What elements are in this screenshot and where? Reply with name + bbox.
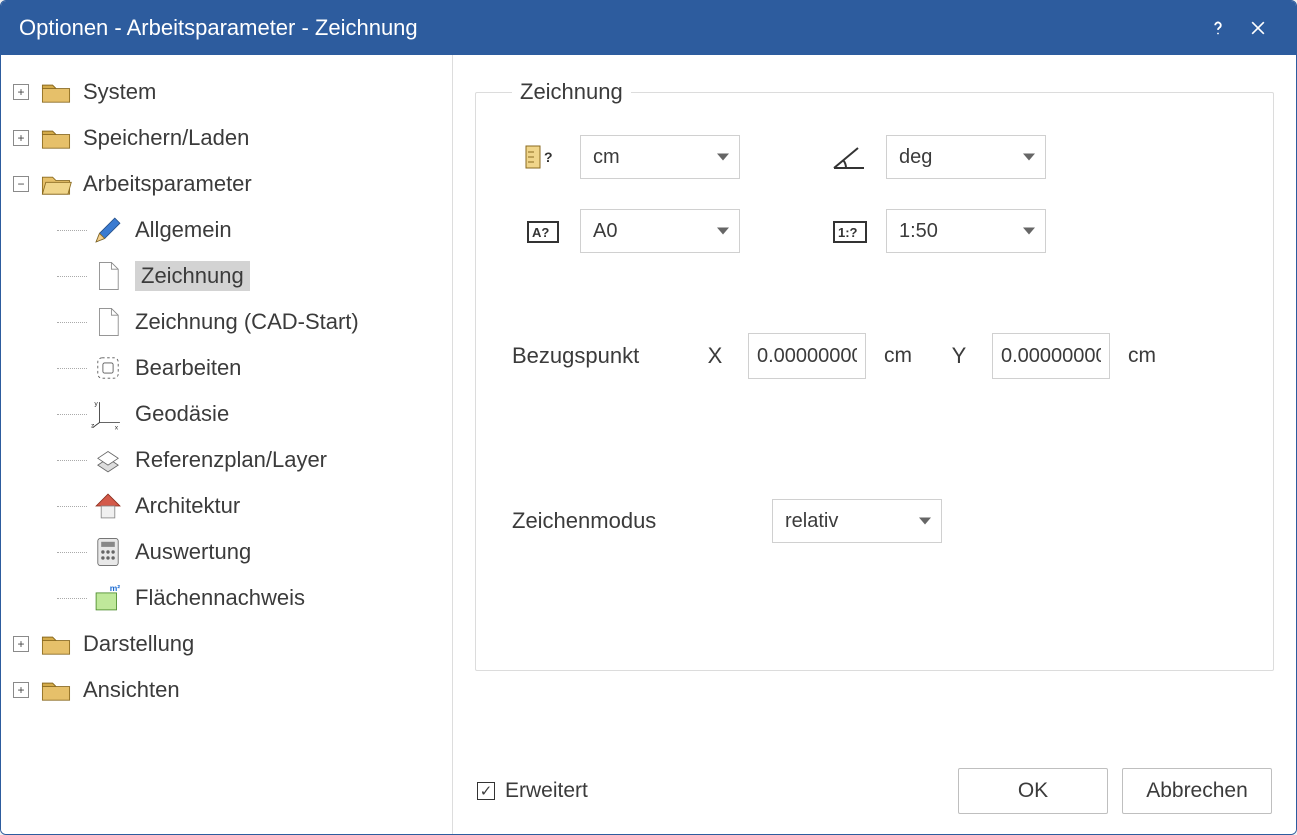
ok-button[interactable]: OK xyxy=(958,768,1108,814)
zeichenmodus-value: relativ xyxy=(785,510,838,533)
page-icon xyxy=(91,259,125,293)
expand-icon[interactable]: + xyxy=(13,84,29,100)
pencil-icon xyxy=(91,213,125,247)
tree-item-geodaesie[interactable]: xyz Geodäsie xyxy=(9,391,444,437)
svg-text:x: x xyxy=(115,424,119,431)
cancel-button[interactable]: Abbrechen xyxy=(1122,768,1272,814)
page-icon xyxy=(91,305,125,339)
tree-item-bearbeiten[interactable]: Bearbeiten xyxy=(9,345,444,391)
scale-icon: 1:? xyxy=(828,214,872,248)
folder-icon xyxy=(39,121,73,155)
svg-text:y: y xyxy=(94,401,98,408)
chevron-down-icon xyxy=(919,518,931,525)
chevron-down-icon xyxy=(1023,228,1035,235)
area-icon: m² xyxy=(91,581,125,615)
expand-icon[interactable]: + xyxy=(13,636,29,652)
layers-icon xyxy=(91,443,125,477)
svg-text:?: ? xyxy=(544,149,553,165)
x-label: X xyxy=(700,343,730,369)
tree-item-ansichten[interactable]: + Ansichten xyxy=(9,667,444,713)
dialog-footer: ✓ Erweitert OK Abbrechen xyxy=(475,754,1274,816)
svg-text:z: z xyxy=(91,423,95,430)
angle-unit-select[interactable]: deg xyxy=(886,135,1046,179)
zeichenmodus-select[interactable]: relativ xyxy=(772,499,942,543)
tree-item-allgemein[interactable]: Allgemein xyxy=(9,207,444,253)
scale-value: 1:50 xyxy=(899,220,938,243)
options-dialog: Optionen - Arbeitsparameter - Zeichnung … xyxy=(0,0,1297,835)
chevron-down-icon xyxy=(717,154,729,161)
y-unit-label: cm xyxy=(1128,344,1156,368)
folder-icon xyxy=(39,673,73,707)
axes-icon: x y z xyxy=(91,397,125,431)
help-button[interactable] xyxy=(1198,8,1238,48)
paper-size-icon: A? xyxy=(522,214,566,248)
tree-item-architektur[interactable]: Architektur xyxy=(9,483,444,529)
settings-panel: Zeichnung ? cm deg xyxy=(453,55,1296,834)
erweitert-label: Erweitert xyxy=(505,779,588,803)
angle-icon xyxy=(828,140,872,174)
zeichnung-group: Zeichnung ? cm deg xyxy=(475,79,1274,671)
folder-open-icon xyxy=(39,167,73,201)
tree-item-flaechennachweis[interactable]: m² Flächennachweis xyxy=(9,575,444,621)
calculator-icon xyxy=(91,535,125,569)
group-legend: Zeichnung xyxy=(512,79,631,105)
close-button[interactable] xyxy=(1238,8,1278,48)
tree-item-auswertung[interactable]: Auswertung xyxy=(9,529,444,575)
svg-text:1:?: 1:? xyxy=(838,225,858,240)
length-unit-value: cm xyxy=(593,146,620,169)
y-input[interactable] xyxy=(992,333,1110,379)
chevron-down-icon xyxy=(717,228,729,235)
folder-icon xyxy=(39,75,73,109)
tree-item-darstellung[interactable]: + Darstellung xyxy=(9,621,444,667)
window-title: Optionen - Arbeitsparameter - Zeichnung xyxy=(19,15,418,41)
house-icon xyxy=(91,489,125,523)
tree-item-workparams[interactable]: − Arbeitsparameter xyxy=(9,161,444,207)
category-tree[interactable]: + System + Speichern/Laden xyxy=(1,55,453,834)
collapse-icon[interactable]: − xyxy=(13,176,29,192)
expand-icon[interactable]: + xyxy=(13,130,29,146)
y-label: Y xyxy=(944,343,974,369)
ruler-icon: ? xyxy=(522,140,566,174)
zeichenmodus-label: Zeichenmodus xyxy=(512,508,732,534)
tree-item-system[interactable]: + System xyxy=(9,69,444,115)
svg-text:m²: m² xyxy=(110,583,121,593)
x-input[interactable] xyxy=(748,333,866,379)
expand-icon[interactable]: + xyxy=(13,682,29,698)
bezugspunkt-label: Bezugspunkt xyxy=(512,343,682,369)
checkbox-icon: ✓ xyxy=(477,782,495,800)
tree-item-saveload[interactable]: + Speichern/Laden xyxy=(9,115,444,161)
chevron-down-icon xyxy=(1023,154,1035,161)
selection-icon xyxy=(91,351,125,385)
length-unit-select[interactable]: cm xyxy=(580,135,740,179)
paper-size-select[interactable]: A0 xyxy=(580,209,740,253)
erweitert-checkbox[interactable]: ✓ Erweitert xyxy=(477,779,588,803)
titlebar: Optionen - Arbeitsparameter - Zeichnung xyxy=(1,1,1296,55)
angle-unit-value: deg xyxy=(899,146,932,169)
svg-text:A?: A? xyxy=(532,225,549,240)
folder-icon xyxy=(39,627,73,661)
tree-item-zeichnung[interactable]: Zeichnung xyxy=(9,253,444,299)
x-unit-label: cm xyxy=(884,344,912,368)
tree-item-refplan[interactable]: Referenzplan/Layer xyxy=(9,437,444,483)
scale-select[interactable]: 1:50 xyxy=(886,209,1046,253)
paper-size-value: A0 xyxy=(593,220,617,243)
tree-item-zeichnung-cad[interactable]: Zeichnung (CAD-Start) xyxy=(9,299,444,345)
